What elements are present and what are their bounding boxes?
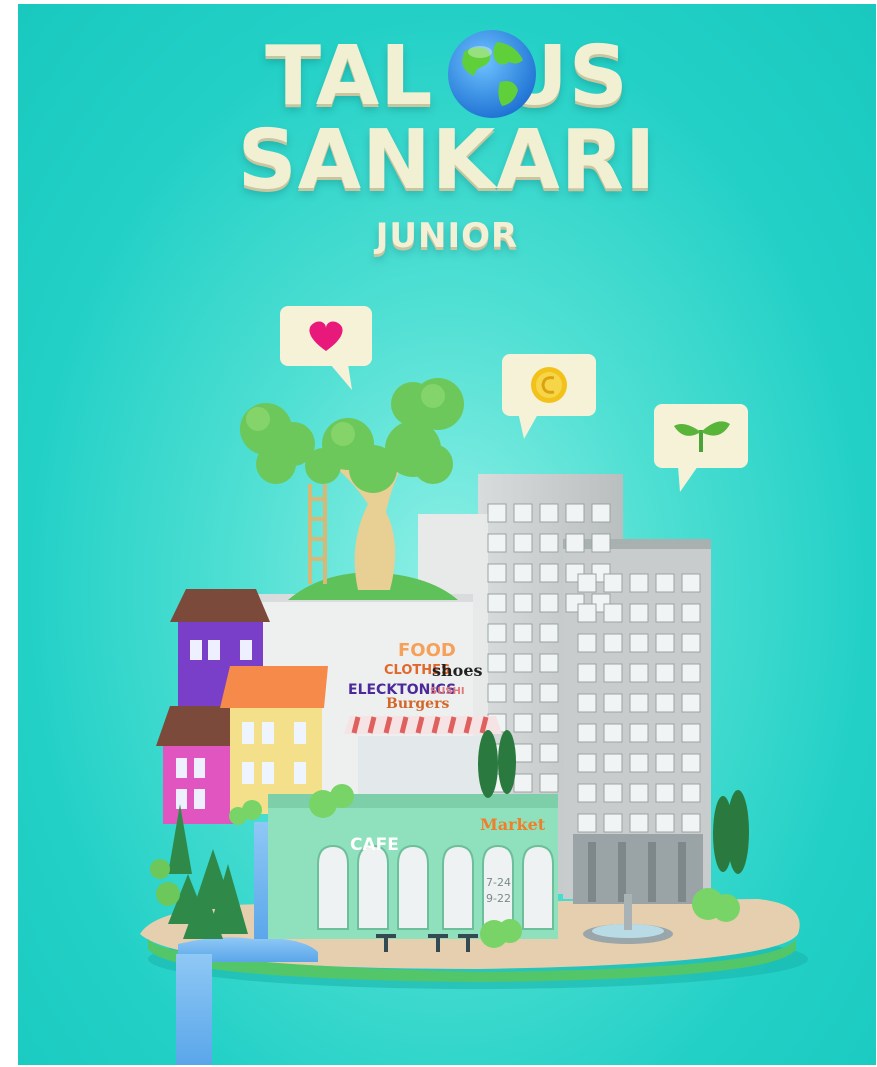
sign-food: FOOD [398,640,456,661]
sign-market: Market [480,815,546,834]
heart-bubble [280,306,372,390]
sign-burgers: Burgers [386,696,449,712]
sign-hours-2: 9-22 [486,892,511,905]
sign-cafe: CAFE [350,835,399,855]
coin-bubble [502,354,596,439]
sign-hours-1: 7-24 [486,876,511,889]
city-illustration: FOOD CLOTHES shoes ELECKTONICS SUSHI Bur… [140,306,808,1065]
sprout-bubble [654,404,748,492]
sign-shoes: shoes [432,661,483,680]
coin-icon [531,367,567,403]
splash-screen: TALOUS SANKARI JUNIOR [18,4,876,1065]
